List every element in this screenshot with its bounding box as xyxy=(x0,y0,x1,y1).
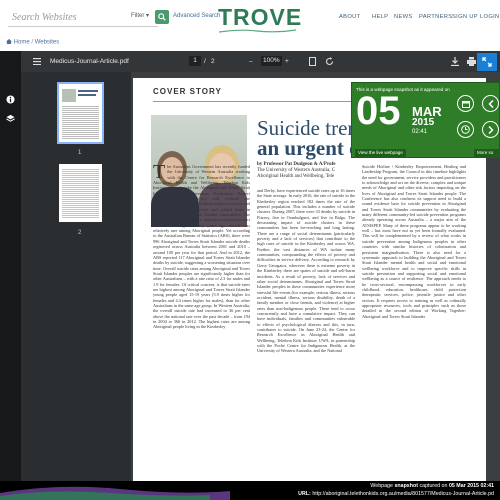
trove-logo[interactable]: TROVE xyxy=(218,4,302,31)
bottom-wave-decoration xyxy=(0,486,230,500)
filter-label: Filter xyxy=(131,13,145,19)
page-separator: / xyxy=(204,58,206,65)
nav-help[interactable]: HELP xyxy=(372,14,388,20)
chevron-left-icon xyxy=(487,99,494,108)
snapshot-time: 02:41 xyxy=(412,129,428,135)
snapshot-year: 2015 xyxy=(412,117,435,128)
previous-snapshot-button[interactable] xyxy=(482,95,499,112)
thumbnail-panel: 1 2 xyxy=(21,72,131,500)
filter-dropdown[interactable]: Filter ▾ xyxy=(131,12,149,19)
calendar-icon xyxy=(461,100,470,108)
nav-sign-up[interactable]: SIGN UP xyxy=(452,14,478,20)
snapshot-day: 05 xyxy=(356,89,401,133)
breadcrumb-separator: / xyxy=(31,39,34,46)
nav-about[interactable]: ABOUT xyxy=(339,14,360,20)
article-column-1: The Australian Government has recently f… xyxy=(153,164,250,500)
fullscreen-icon xyxy=(482,57,492,67)
byline-affiliation-2: Aboriginal Health and Wellbeing, Tele xyxy=(257,174,335,179)
page-number-input[interactable]: 1 xyxy=(189,56,201,66)
nav-login[interactable]: LOGIN xyxy=(480,14,500,20)
hamburger-icon[interactable] xyxy=(33,58,41,65)
site-header: Search Websites Filter ▾ Advanced Search… xyxy=(0,0,500,36)
drop-cap: T xyxy=(153,164,166,183)
zoom-input[interactable]: 100% xyxy=(261,56,282,66)
byline: by Professor Pat Dudgeon & A/Profe The U… xyxy=(257,162,335,180)
page-total: 2 xyxy=(211,58,215,65)
search-icon xyxy=(158,13,166,21)
article-column-3: Suicide Hotline / Kimberley Empowerment,… xyxy=(362,164,466,319)
logo-wave-icon xyxy=(219,29,296,33)
download-icon[interactable] xyxy=(451,57,459,66)
fullscreen-button[interactable] xyxy=(477,53,497,71)
thumbnail-page-2[interactable] xyxy=(59,164,102,222)
next-snapshot-button[interactable] xyxy=(482,121,499,138)
home-icon[interactable] xyxy=(6,39,12,44)
pdf-filename: Medicus-Journal-Article.pdf xyxy=(50,58,129,65)
chevron-right-icon xyxy=(488,125,494,134)
section-label: COVER STORY xyxy=(153,87,222,96)
breadcrumb-current[interactable]: Websites xyxy=(35,40,60,46)
zoom-in-button[interactable]: + xyxy=(285,58,289,65)
breadcrumb: Home / Websites xyxy=(6,39,59,46)
article-column-1-text: he Australian Government has recently fu… xyxy=(153,164,250,330)
clock-icon xyxy=(461,125,470,134)
article-column-2: and Derby, have experienced suicide rate… xyxy=(257,188,355,354)
nav-partners[interactable]: PARTNERS xyxy=(419,14,452,20)
timeline-button[interactable] xyxy=(457,121,474,138)
nav-news[interactable]: NEWS xyxy=(394,14,413,20)
left-rail xyxy=(0,51,21,500)
thumbnail-label-1: 1 xyxy=(78,150,82,156)
more-snapshots-button[interactable]: More so xyxy=(474,149,500,157)
advanced-search-link[interactable]: Advanced Search xyxy=(173,13,220,19)
fit-page-icon[interactable] xyxy=(309,57,316,66)
rotate-icon[interactable] xyxy=(325,57,334,66)
breadcrumb-home[interactable]: Home xyxy=(14,40,30,46)
thumbnail-label-2: 2 xyxy=(78,230,82,236)
thumbnail-page-1[interactable] xyxy=(57,82,104,144)
print-icon[interactable] xyxy=(467,57,476,66)
search-button[interactable] xyxy=(155,10,169,24)
zoom-out-button[interactable]: – xyxy=(249,58,253,65)
layers-icon[interactable] xyxy=(6,114,15,123)
pdf-toolbar: Medicus-Journal-Article.pdf 1 / 2 – 100%… xyxy=(21,51,500,72)
calendar-button[interactable] xyxy=(457,95,474,112)
view-live-webpage-button[interactable]: View the live webpage xyxy=(355,149,406,157)
info-icon[interactable] xyxy=(6,95,15,104)
snapshot-date-stamp: This is a webpage snapshot as it appeare… xyxy=(351,82,500,158)
